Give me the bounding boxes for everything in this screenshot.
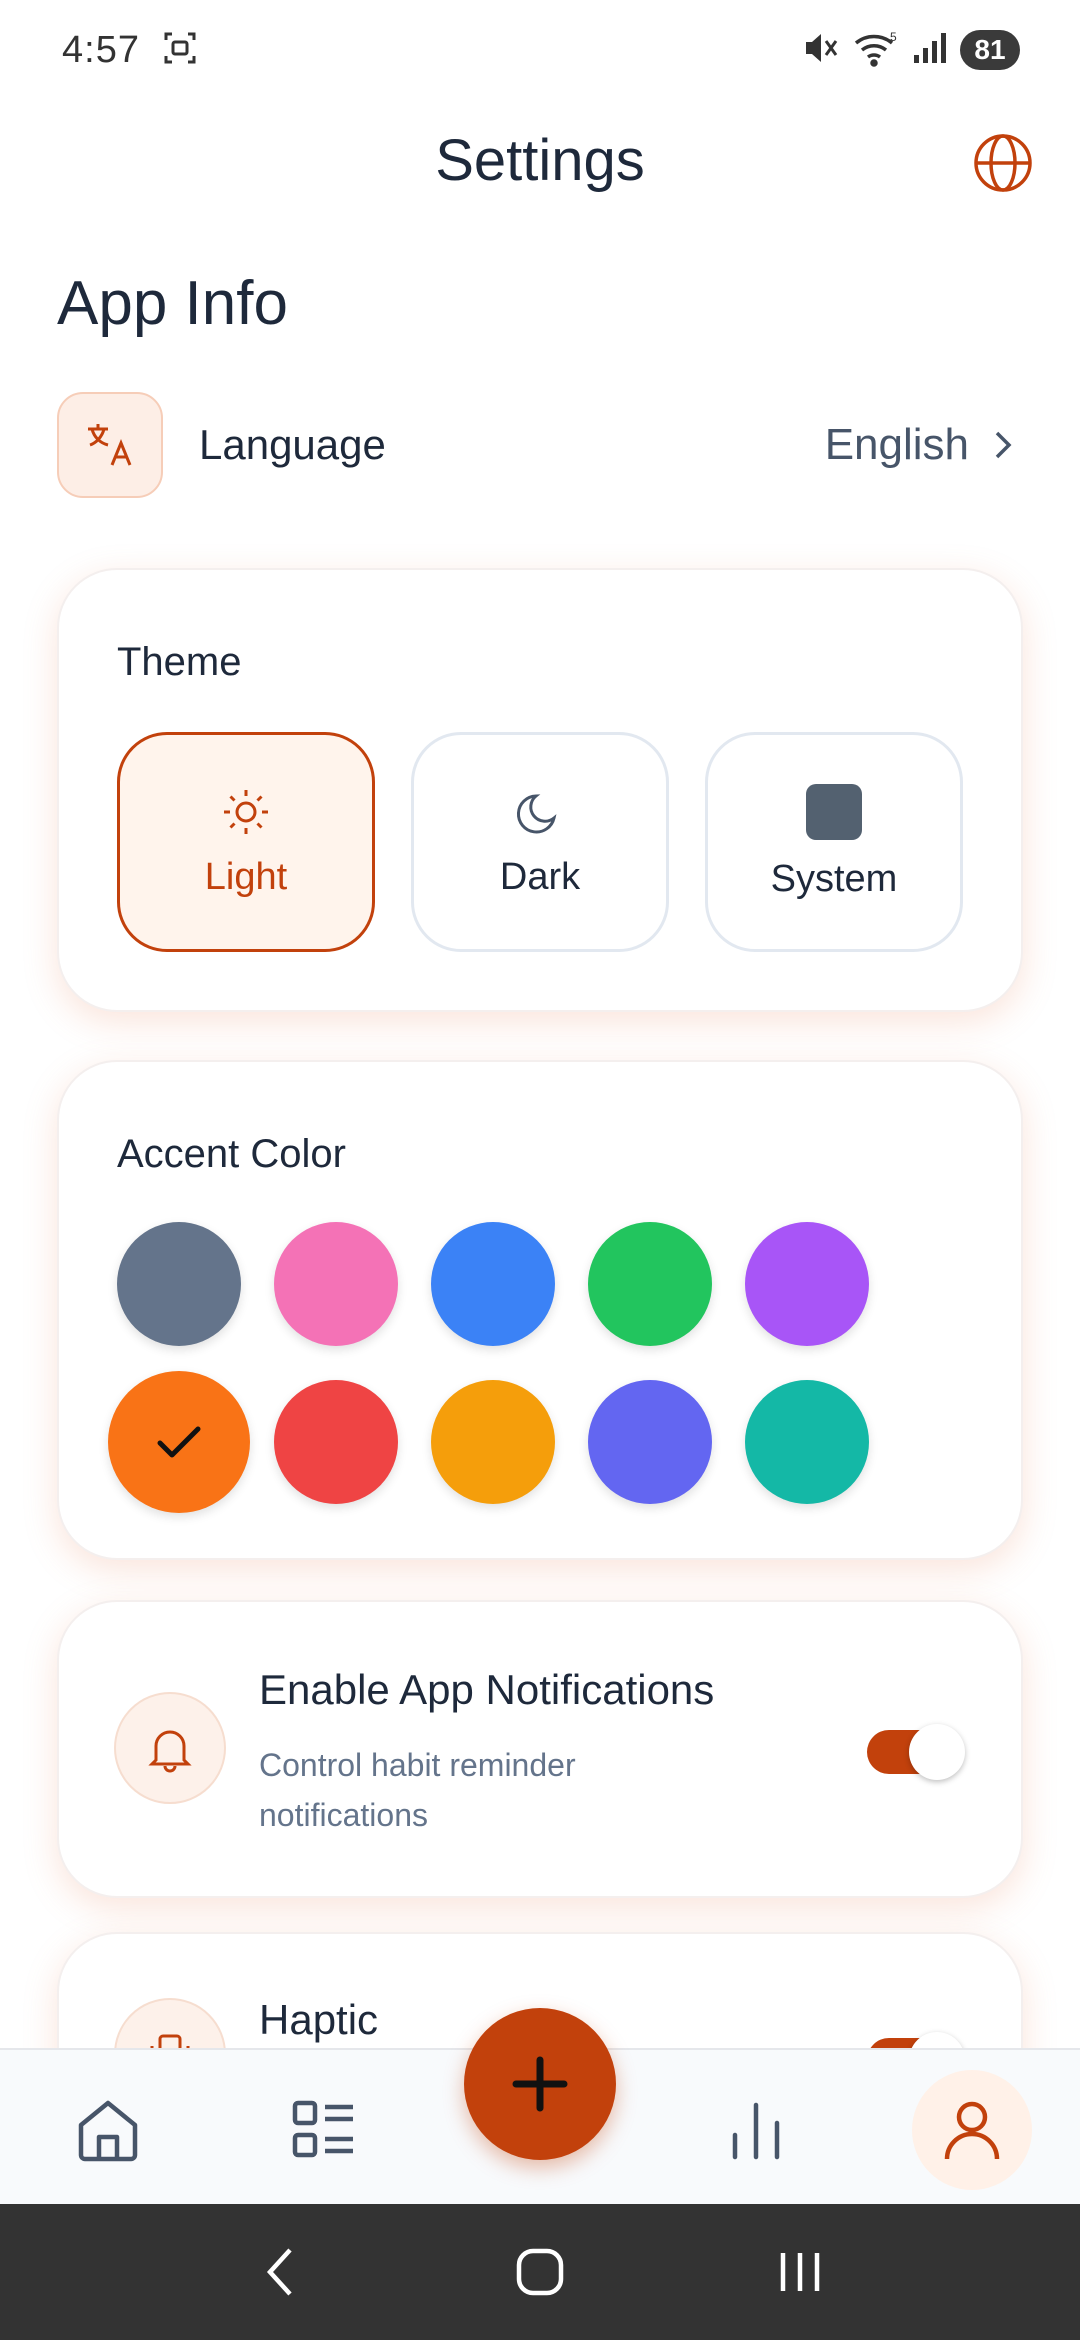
- page-title: Settings: [435, 127, 645, 193]
- network-badge: 5: [890, 30, 897, 44]
- theme-option-dark[interactable]: Dark: [411, 732, 669, 952]
- recents-button[interactable]: [760, 2232, 840, 2312]
- accent-swatch[interactable]: [431, 1380, 555, 1504]
- chevron-right-icon: [993, 425, 1023, 465]
- translate-icon: [57, 392, 163, 498]
- accent-swatch[interactable]: [274, 1222, 398, 1346]
- nav-habits[interactable]: [264, 2070, 384, 2190]
- check-icon: [157, 1426, 201, 1458]
- header: Settings: [0, 110, 1080, 210]
- notifications-card: Enable App Notifications Control habit r…: [57, 1600, 1023, 1898]
- add-habit-button[interactable]: [464, 2008, 616, 2160]
- accent-color-title: Accent Color: [117, 1132, 346, 1176]
- notifications-toggle[interactable]: [867, 1724, 965, 1780]
- signal-icon: [912, 31, 948, 70]
- habits-list-icon: [292, 2100, 353, 2158]
- notifications-title: Enable App Notifications: [259, 1666, 715, 1713]
- nav-home[interactable]: [48, 2070, 168, 2190]
- recents-icon: [780, 2253, 820, 2291]
- mute-icon: [802, 30, 840, 71]
- stats-icon: [732, 2102, 780, 2160]
- language-value: English: [824, 420, 969, 469]
- theme-title: Theme: [117, 640, 242, 684]
- sun-icon: [224, 789, 268, 834]
- accent-swatch[interactable]: [588, 1222, 712, 1346]
- square-icon: [806, 783, 862, 840]
- theme-option-label: Dark: [499, 855, 581, 898]
- notifications-description: Control habit reminder notifications: [259, 1747, 576, 1833]
- theme-card: Theme Light Dark System: [57, 568, 1023, 1012]
- nav-stats[interactable]: [696, 2070, 816, 2190]
- theme-option-label: Light: [204, 855, 288, 898]
- system-nav-bar: [0, 2204, 1080, 2340]
- accent-swatch[interactable]: [745, 1222, 869, 1346]
- back-icon: [266, 2248, 292, 2296]
- screenshot-icon: [162, 30, 198, 71]
- moon-icon: [516, 793, 557, 833]
- add-icon: [512, 2056, 568, 2112]
- accent-swatch[interactable]: [274, 1380, 398, 1504]
- accent-color-card: Accent Color: [57, 1060, 1023, 1560]
- theme-option-label: System: [770, 857, 898, 900]
- status-time: 4:57: [62, 28, 140, 71]
- language-label: Language: [199, 421, 386, 468]
- accent-swatch[interactable]: [588, 1380, 712, 1504]
- accent-swatch[interactable]: [745, 1380, 869, 1504]
- home-icon: [78, 2100, 138, 2162]
- theme-option-light[interactable]: Light: [117, 732, 375, 952]
- back-button[interactable]: [240, 2232, 320, 2312]
- theme-option-system[interactable]: System: [705, 732, 963, 952]
- accent-swatch[interactable]: [117, 1222, 241, 1346]
- home-circle-icon: [516, 2248, 564, 2296]
- accent-swatch[interactable]: [431, 1222, 555, 1346]
- bell-icon: [114, 1692, 226, 1804]
- language-row[interactable]: Language English: [57, 392, 1023, 498]
- nav-profile[interactable]: [912, 2070, 1032, 2190]
- wifi-icon: 5: [852, 29, 900, 72]
- accent-swatch[interactable]: [108, 1371, 250, 1513]
- globe-button[interactable]: [968, 128, 1038, 198]
- globe-icon: [974, 134, 1032, 192]
- home-button[interactable]: [500, 2232, 580, 2312]
- section-title-app-info: App Info: [57, 269, 288, 338]
- toggle-knob: [909, 1724, 965, 1780]
- battery-indicator: 81: [960, 30, 1020, 70]
- status-bar: 4:57 5 81: [0, 0, 1080, 100]
- haptic-title: Haptic: [259, 1996, 379, 2043]
- profile-icon: [944, 2101, 1000, 2160]
